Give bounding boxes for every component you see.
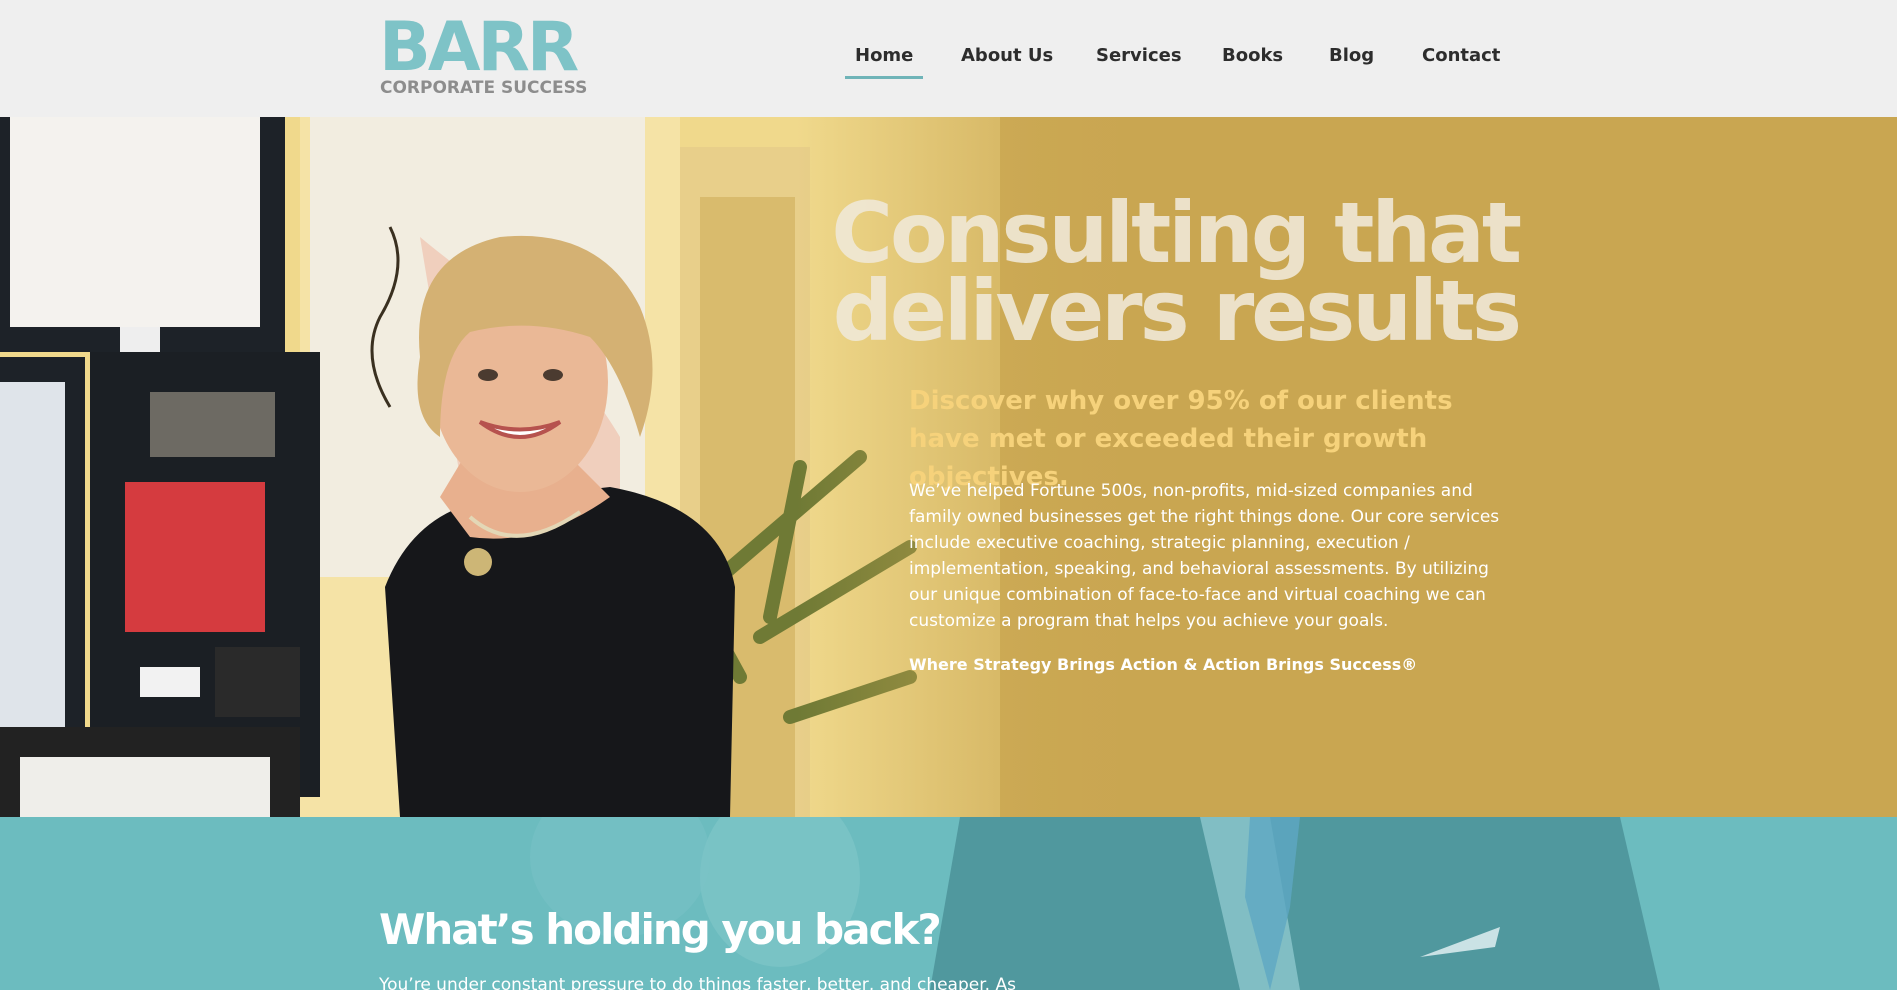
nav-about-us[interactable]: About Us: [961, 45, 1053, 66]
nav-services[interactable]: Services: [1096, 45, 1182, 66]
hero-section: Consulting that delivers results Discove…: [0, 117, 1897, 817]
section-text: You’re under constant pressure to do thi…: [379, 975, 1016, 990]
hero-title-line-2: delivers results: [832, 262, 1522, 360]
nav-blog[interactable]: Blog: [1329, 45, 1374, 66]
site-header: BARR CORPORATE SUCCESS Home About Us Ser…: [0, 0, 1897, 117]
hero-tagline: Where Strategy Brings Action & Action Br…: [909, 655, 1418, 674]
nav-home[interactable]: Home: [844, 45, 924, 79]
hero-title: Consulting that delivers results: [759, 191, 1522, 353]
business-meeting-photo: [530, 817, 1660, 990]
hero-body-text: We’ve helped Fortune 500s, non-profits, …: [909, 481, 1500, 631]
holding-back-section: What’s holding you back? You’re under co…: [0, 817, 1897, 990]
section-title: What’s holding you back?: [379, 905, 942, 954]
main-nav: Home About Us Services Books Blog Contac…: [0, 45, 1897, 85]
nav-contact[interactable]: Contact: [1422, 45, 1500, 66]
nav-books[interactable]: Books: [1222, 45, 1283, 66]
